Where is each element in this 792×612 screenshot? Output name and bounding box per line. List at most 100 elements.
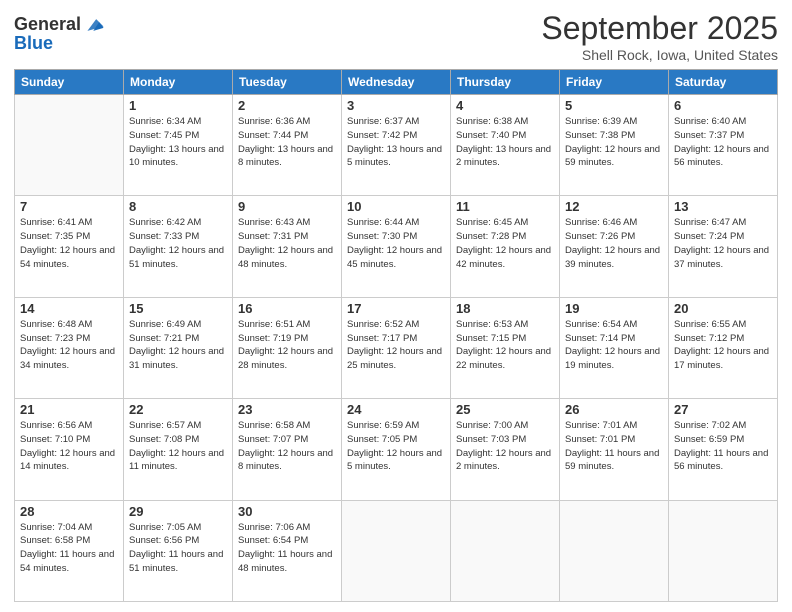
daylight-text: Daylight: 12 hours and 59 minutes. — [565, 144, 660, 169]
sunrise-text: Sunrise: 7:01 AM — [565, 420, 637, 431]
day-cell: 28Sunrise: 7:04 AMSunset: 6:58 PMDayligh… — [15, 500, 124, 601]
week-row-4: 21Sunrise: 6:56 AMSunset: 7:10 PMDayligh… — [15, 399, 778, 500]
daylight-text: Daylight: 12 hours and 28 minutes. — [238, 346, 333, 371]
day-number: 24 — [347, 402, 445, 417]
daylight-text: Daylight: 11 hours and 54 minutes. — [20, 549, 114, 574]
day-number: 25 — [456, 402, 554, 417]
day-info: Sunrise: 6:43 AMSunset: 7:31 PMDaylight:… — [238, 216, 336, 271]
day-info: Sunrise: 6:34 AMSunset: 7:45 PMDaylight:… — [129, 115, 227, 170]
daylight-text: Daylight: 12 hours and 5 minutes. — [347, 448, 442, 473]
daylight-text: Daylight: 13 hours and 8 minutes. — [238, 144, 333, 169]
daylight-text: Daylight: 13 hours and 10 minutes. — [129, 144, 224, 169]
day-info: Sunrise: 6:58 AM Sunset: 7:07 PM Daylight:… — [238, 419, 336, 474]
day-info: Sunrise: 6:48 AMSunset: 7:23 PMDaylight:… — [20, 318, 118, 373]
logo-icon — [83, 14, 105, 36]
weekday-thursday: Thursday — [451, 70, 560, 95]
daylight-text: Daylight: 11 hours and 56 minutes. — [674, 448, 768, 473]
day-info: Sunrise: 6:45 AMSunset: 7:28 PMDaylight:… — [456, 216, 554, 271]
sunrise-text: Sunrise: 6:48 AM — [20, 319, 92, 330]
sunset-text: Sunset: 7:33 PM — [129, 231, 199, 242]
sunset-text: Sunset: 6:59 PM — [674, 434, 744, 445]
day-cell: 26Sunrise: 7:01 AMSunset: 7:01 PMDayligh… — [560, 399, 669, 500]
day-info: Sunrise: 6:44 AMSunset: 7:30 PMDaylight:… — [347, 216, 445, 271]
sunrise-text: Sunrise: 6:40 AM — [674, 116, 746, 127]
logo: General Blue — [14, 14, 105, 54]
sunset-text: Sunset: 7:12 PM — [674, 333, 744, 344]
sunrise-text: Sunrise: 6:44 AM — [347, 217, 419, 228]
day-info: Sunrise: 6:38 AMSunset: 7:40 PMDaylight:… — [456, 115, 554, 170]
day-cell: 15Sunrise: 6:49 AMSunset: 7:21 PMDayligh… — [124, 297, 233, 398]
day-info: Sunrise: 6:39 AMSunset: 7:38 PMDaylight:… — [565, 115, 663, 170]
sunset-text: Sunset: 7:17 PM — [347, 333, 417, 344]
header: General Blue September 2025 Shell Rock, … — [14, 10, 778, 63]
day-number: 8 — [129, 199, 227, 214]
day-cell: 5Sunrise: 6:39 AMSunset: 7:38 PMDaylight… — [560, 95, 669, 196]
day-info: Sunrise: 6:51 AMSunset: 7:19 PMDaylight:… — [238, 318, 336, 373]
day-cell: 17Sunrise: 6:52 AMSunset: 7:17 PMDayligh… — [342, 297, 451, 398]
daylight-text: Daylight: 13 hours and 2 minutes. — [456, 144, 551, 169]
sunrise-text: Sunrise: 6:59 AM — [347, 420, 419, 431]
weekday-tuesday: Tuesday — [233, 70, 342, 95]
day-cell: 14Sunrise: 6:48 AMSunset: 7:23 PMDayligh… — [15, 297, 124, 398]
day-info: Sunrise: 6:41 AMSunset: 7:35 PMDaylight:… — [20, 216, 118, 271]
day-number: 28 — [20, 504, 118, 519]
day-number: 2 — [238, 98, 336, 113]
day-number: 12 — [565, 199, 663, 214]
logo-text: General — [14, 15, 81, 35]
day-cell: 7Sunrise: 6:41 AMSunset: 7:35 PMDaylight… — [15, 196, 124, 297]
day-info: Sunrise: 7:06 AM Sunset: 6:54 PM Daylight:… — [238, 521, 336, 576]
sunset-text: Sunset: 7:10 PM — [20, 434, 90, 445]
day-cell: 12 Sunrise: 6:46 AMSunset: 7:26 PMDayligh… — [560, 196, 669, 297]
day-info: Sunrise: 7:00 AMSunset: 7:03 PMDaylight:… — [456, 419, 554, 474]
week-row-3: 14Sunrise: 6:48 AMSunset: 7:23 PMDayligh… — [15, 297, 778, 398]
day-info: Sunrise: 6:46 AMSunset: 7:26 PMDaylight:… — [565, 216, 663, 271]
day-cell: 9Sunrise: 6:43 AMSunset: 7:31 PMDaylight… — [233, 196, 342, 297]
daylight-text: Daylight: 11 hours and 48 minutes. — [238, 549, 332, 574]
day-cell: 1 Sunrise: 6:34 AMSunset: 7:45 PMDaylight… — [124, 95, 233, 196]
day-cell: 10Sunrise: 6:44 AMSunset: 7:30 PMDayligh… — [342, 196, 451, 297]
sunset-text: Sunset: 7:07 PM — [238, 434, 308, 445]
page: General Blue September 2025 Shell Rock, … — [0, 0, 792, 612]
sunset-text: Sunset: 7:28 PM — [456, 231, 526, 242]
day-cell: 18 Sunrise: 6:53 AMSunset: 7:15 PMDayligh… — [451, 297, 560, 398]
sunrise-text: Sunrise: 6:58 AM — [238, 420, 310, 431]
daylight-text: Daylight: 12 hours and 11 minutes. — [129, 448, 224, 473]
day-number: 21 — [20, 402, 118, 417]
sunset-text: Sunset: 7:26 PM — [565, 231, 635, 242]
daylight-text: Daylight: 12 hours and 51 minutes. — [129, 245, 224, 270]
day-info: Sunrise: 7:02 AMSunset: 6:59 PMDaylight:… — [674, 419, 772, 474]
day-number: 18 — [456, 301, 554, 316]
day-cell: 3Sunrise: 6:37 AMSunset: 7:42 PMDaylight… — [342, 95, 451, 196]
daylight-text: Daylight: 12 hours and 42 minutes. — [456, 245, 551, 270]
day-info: Sunrise: 6:54 AMSunset: 7:14 PMDaylight:… — [565, 318, 663, 373]
day-number: 1 — [129, 98, 227, 113]
day-number: 26 — [565, 402, 663, 417]
sunrise-text: Sunrise: 6:41 AM — [20, 217, 92, 228]
sunset-text: Sunset: 7:30 PM — [347, 231, 417, 242]
sunset-text: Sunset: 7:40 PM — [456, 130, 526, 141]
day-cell: 11Sunrise: 6:45 AMSunset: 7:28 PMDayligh… — [451, 196, 560, 297]
day-number: 13 — [674, 199, 772, 214]
sunrise-text: Sunrise: 6:34 AM — [129, 116, 201, 127]
day-number: 19 — [565, 301, 663, 316]
day-number: 4 — [456, 98, 554, 113]
sunrise-text: Sunrise: 6:54 AM — [565, 319, 637, 330]
daylight-text: Daylight: 12 hours and 8 minutes. — [238, 448, 333, 473]
sunrise-text: Sunrise: 6:36 AM — [238, 116, 310, 127]
month-title: September 2025 — [541, 10, 778, 47]
sunset-text: Sunset: 7:37 PM — [674, 130, 744, 141]
daylight-text: Daylight: 12 hours and 2 minutes. — [456, 448, 551, 473]
calendar: SundayMondayTuesdayWednesdayThursdayFrid… — [14, 69, 778, 602]
day-cell: 19 Sunrise: 6:54 AMSunset: 7:14 PMDayligh… — [560, 297, 669, 398]
day-cell: 8Sunrise: 6:42 AMSunset: 7:33 PMDaylight… — [124, 196, 233, 297]
sunset-text: Sunset: 7:15 PM — [456, 333, 526, 344]
day-info: Sunrise: 6:53 AMSunset: 7:15 PMDaylight:… — [456, 318, 554, 373]
daylight-text: Daylight: 12 hours and 37 minutes. — [674, 245, 769, 270]
daylight-text: Daylight: 12 hours and 34 minutes. — [20, 346, 115, 371]
weekday-saturday: Saturday — [669, 70, 778, 95]
day-number: 3 — [347, 98, 445, 113]
sunset-text: Sunset: 6:54 PM — [238, 535, 308, 546]
day-number: 20 — [674, 301, 772, 316]
week-row-2: 7Sunrise: 6:41 AMSunset: 7:35 PMDaylight… — [15, 196, 778, 297]
sunrise-text: Sunrise: 7:06 AM — [238, 522, 310, 533]
